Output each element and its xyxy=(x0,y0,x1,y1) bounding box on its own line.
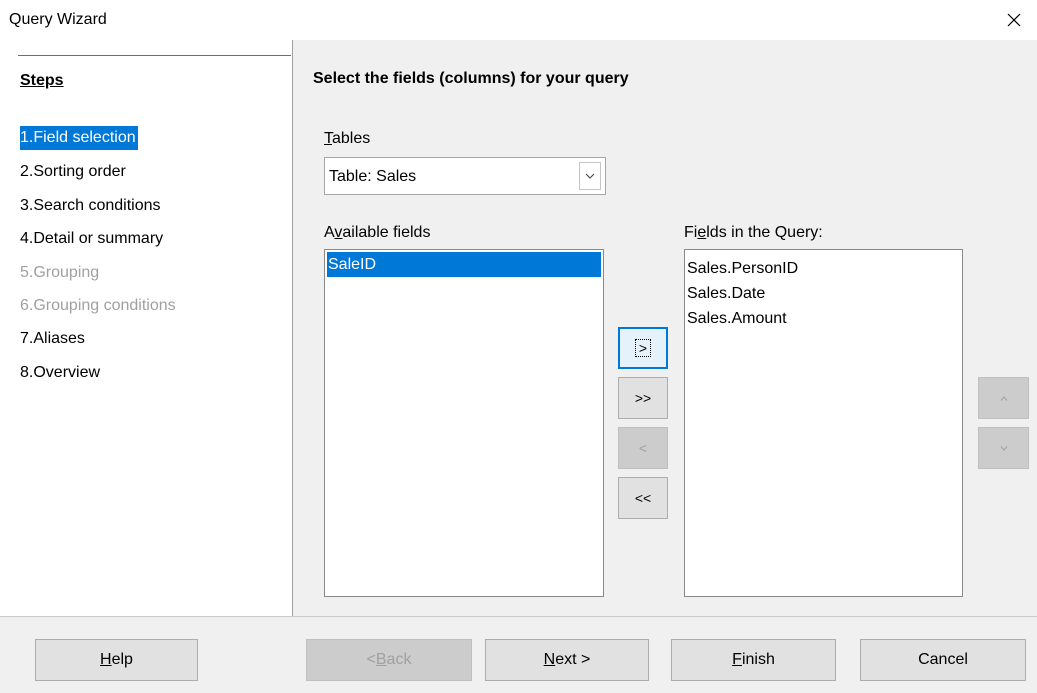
close-button[interactable] xyxy=(991,0,1037,40)
next-button[interactable]: Next > xyxy=(485,639,649,681)
step-search-conditions[interactable]: 3.Search conditions xyxy=(20,194,163,218)
move-up-button[interactable] xyxy=(978,377,1029,419)
tables-select[interactable]: Table: Sales xyxy=(324,157,606,195)
close-icon xyxy=(1007,13,1021,27)
add-field-label: > xyxy=(634,339,652,357)
back-button[interactable]: < Back xyxy=(306,639,472,681)
query-field-item[interactable]: Sales.PersonID xyxy=(685,256,962,281)
title-bar: Query Wizard xyxy=(0,0,1037,40)
add-field-button[interactable]: > xyxy=(618,327,668,369)
footer-separator xyxy=(0,616,1037,617)
chevron-down-icon xyxy=(1000,445,1007,451)
steps-sidebar: Steps 1.Field selection 2.Sorting order … xyxy=(0,40,292,616)
remove-field-button[interactable]: < xyxy=(618,427,668,469)
help-button[interactable]: Help xyxy=(35,639,198,681)
sidebar-divider xyxy=(18,55,291,56)
dropdown-toggle[interactable] xyxy=(579,162,601,190)
available-fields-label: Available fields xyxy=(324,224,431,241)
step-aliases[interactable]: 7.Aliases xyxy=(20,327,87,351)
cancel-button[interactable]: Cancel xyxy=(860,639,1026,681)
tables-select-value: Table: Sales xyxy=(329,168,417,185)
step-field-selection[interactable]: 1.Field selection xyxy=(20,126,138,150)
steps-heading: Steps xyxy=(20,72,64,89)
add-all-fields-button[interactable]: >> xyxy=(618,377,668,419)
query-field-item[interactable]: Sales.Date xyxy=(685,281,962,306)
step-grouping-conditions: 6.Grouping conditions xyxy=(20,297,176,314)
window-title: Query Wizard xyxy=(9,11,107,28)
chevron-up-icon xyxy=(1000,395,1007,401)
move-down-button[interactable] xyxy=(978,427,1029,469)
tables-label: Tables xyxy=(324,130,371,147)
step-sorting-order[interactable]: 2.Sorting order xyxy=(20,160,128,184)
query-field-item[interactable]: Sales.Amount xyxy=(685,306,962,331)
step-grouping: 5.Grouping xyxy=(20,264,100,281)
available-fields-list[interactable]: SaleID xyxy=(324,249,604,597)
finish-button[interactable]: Finish xyxy=(671,639,836,681)
remove-all-fields-button[interactable]: << xyxy=(618,477,668,519)
chevron-down-icon xyxy=(585,173,595,179)
query-fields-list[interactable]: Sales.PersonID Sales.Date Sales.Amount xyxy=(684,249,963,597)
step-overview[interactable]: 8.Overview xyxy=(20,361,102,385)
available-field-item[interactable]: SaleID xyxy=(327,252,601,277)
query-fields-label: Fields in the Query: xyxy=(684,224,823,241)
sidebar-separator xyxy=(292,40,293,616)
page-title: Select the fields (columns) for your que… xyxy=(313,70,629,87)
step-detail-or-summary[interactable]: 4.Detail or summary xyxy=(20,227,165,251)
